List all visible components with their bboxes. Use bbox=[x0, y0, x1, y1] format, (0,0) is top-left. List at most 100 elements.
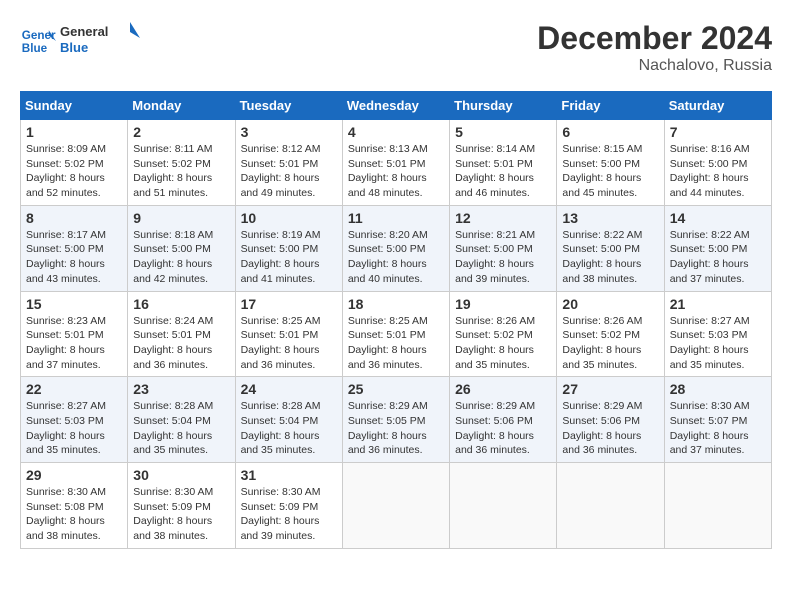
weekday-header: Tuesday bbox=[235, 92, 342, 120]
day-number: 27 bbox=[562, 381, 658, 397]
calendar-cell: 22 Sunrise: 8:27 AMSunset: 5:03 PMDaylig… bbox=[21, 377, 128, 463]
day-info: Sunrise: 8:30 AMSunset: 5:08 PMDaylight:… bbox=[26, 486, 106, 542]
day-info: Sunrise: 8:15 AMSunset: 5:00 PMDaylight:… bbox=[562, 143, 642, 199]
day-info: Sunrise: 8:14 AMSunset: 5:01 PMDaylight:… bbox=[455, 143, 535, 199]
calendar-cell bbox=[450, 463, 557, 549]
day-number: 17 bbox=[241, 296, 337, 312]
calendar-cell: 15 Sunrise: 8:23 AMSunset: 5:01 PMDaylig… bbox=[21, 291, 128, 377]
title-section: December 2024 Nachalovo, Russia bbox=[537, 20, 772, 75]
weekday-header: Monday bbox=[128, 92, 235, 120]
day-info: Sunrise: 8:30 AMSunset: 5:07 PMDaylight:… bbox=[670, 400, 750, 456]
weekday-header: Friday bbox=[557, 92, 664, 120]
day-number: 12 bbox=[455, 210, 551, 226]
day-number: 7 bbox=[670, 124, 766, 140]
day-number: 14 bbox=[670, 210, 766, 226]
day-number: 22 bbox=[26, 381, 122, 397]
weekday-header: Thursday bbox=[450, 92, 557, 120]
calendar-cell: 8 Sunrise: 8:17 AMSunset: 5:00 PMDayligh… bbox=[21, 205, 128, 291]
day-info: Sunrise: 8:23 AMSunset: 5:01 PMDaylight:… bbox=[26, 315, 106, 371]
day-info: Sunrise: 8:25 AMSunset: 5:01 PMDaylight:… bbox=[241, 315, 321, 371]
calendar-cell: 6 Sunrise: 8:15 AMSunset: 5:00 PMDayligh… bbox=[557, 120, 664, 206]
calendar-week-row: 22 Sunrise: 8:27 AMSunset: 5:03 PMDaylig… bbox=[21, 377, 772, 463]
calendar-cell: 30 Sunrise: 8:30 AMSunset: 5:09 PMDaylig… bbox=[128, 463, 235, 549]
svg-text:Blue: Blue bbox=[60, 40, 88, 55]
calendar-cell: 21 Sunrise: 8:27 AMSunset: 5:03 PMDaylig… bbox=[664, 291, 771, 377]
day-number: 30 bbox=[133, 467, 229, 483]
calendar-cell: 2 Sunrise: 8:11 AMSunset: 5:02 PMDayligh… bbox=[128, 120, 235, 206]
day-number: 25 bbox=[348, 381, 444, 397]
day-number: 8 bbox=[26, 210, 122, 226]
day-number: 15 bbox=[26, 296, 122, 312]
day-number: 13 bbox=[562, 210, 658, 226]
day-info: Sunrise: 8:28 AMSunset: 5:04 PMDaylight:… bbox=[241, 400, 321, 456]
calendar-cell: 10 Sunrise: 8:19 AMSunset: 5:00 PMDaylig… bbox=[235, 205, 342, 291]
calendar-cell: 28 Sunrise: 8:30 AMSunset: 5:07 PMDaylig… bbox=[664, 377, 771, 463]
day-info: Sunrise: 8:29 AMSunset: 5:05 PMDaylight:… bbox=[348, 400, 428, 456]
calendar-cell: 26 Sunrise: 8:29 AMSunset: 5:06 PMDaylig… bbox=[450, 377, 557, 463]
day-info: Sunrise: 8:30 AMSunset: 5:09 PMDaylight:… bbox=[241, 486, 321, 542]
calendar-cell: 3 Sunrise: 8:12 AMSunset: 5:01 PMDayligh… bbox=[235, 120, 342, 206]
calendar-cell: 23 Sunrise: 8:28 AMSunset: 5:04 PMDaylig… bbox=[128, 377, 235, 463]
calendar-cell: 11 Sunrise: 8:20 AMSunset: 5:00 PMDaylig… bbox=[342, 205, 449, 291]
day-number: 6 bbox=[562, 124, 658, 140]
calendar-cell bbox=[342, 463, 449, 549]
logo-text: General Blue bbox=[60, 20, 140, 63]
day-number: 26 bbox=[455, 381, 551, 397]
calendar-cell: 29 Sunrise: 8:30 AMSunset: 5:08 PMDaylig… bbox=[21, 463, 128, 549]
month-title: December 2024 bbox=[537, 20, 772, 57]
calendar-cell bbox=[557, 463, 664, 549]
calendar-cell: 16 Sunrise: 8:24 AMSunset: 5:01 PMDaylig… bbox=[128, 291, 235, 377]
day-number: 18 bbox=[348, 296, 444, 312]
day-number: 2 bbox=[133, 124, 229, 140]
logo: General Blue General Blue bbox=[20, 20, 140, 63]
svg-text:Blue: Blue bbox=[22, 42, 48, 55]
day-info: Sunrise: 8:20 AMSunset: 5:00 PMDaylight:… bbox=[348, 229, 428, 285]
calendar-cell: 24 Sunrise: 8:28 AMSunset: 5:04 PMDaylig… bbox=[235, 377, 342, 463]
calendar-cell: 1 Sunrise: 8:09 AMSunset: 5:02 PMDayligh… bbox=[21, 120, 128, 206]
day-info: Sunrise: 8:26 AMSunset: 5:02 PMDaylight:… bbox=[455, 315, 535, 371]
weekday-header: Wednesday bbox=[342, 92, 449, 120]
calendar-week-row: 1 Sunrise: 8:09 AMSunset: 5:02 PMDayligh… bbox=[21, 120, 772, 206]
calendar-cell: 19 Sunrise: 8:26 AMSunset: 5:02 PMDaylig… bbox=[450, 291, 557, 377]
day-number: 4 bbox=[348, 124, 444, 140]
day-info: Sunrise: 8:16 AMSunset: 5:00 PMDaylight:… bbox=[670, 143, 750, 199]
day-info: Sunrise: 8:25 AMSunset: 5:01 PMDaylight:… bbox=[348, 315, 428, 371]
calendar-week-row: 8 Sunrise: 8:17 AMSunset: 5:00 PMDayligh… bbox=[21, 205, 772, 291]
calendar-cell: 7 Sunrise: 8:16 AMSunset: 5:00 PMDayligh… bbox=[664, 120, 771, 206]
day-info: Sunrise: 8:22 AMSunset: 5:00 PMDaylight:… bbox=[670, 229, 750, 285]
day-number: 31 bbox=[241, 467, 337, 483]
day-info: Sunrise: 8:12 AMSunset: 5:01 PMDaylight:… bbox=[241, 143, 321, 199]
day-info: Sunrise: 8:09 AMSunset: 5:02 PMDaylight:… bbox=[26, 143, 106, 199]
weekday-header: Sunday bbox=[21, 92, 128, 120]
calendar-cell: 25 Sunrise: 8:29 AMSunset: 5:05 PMDaylig… bbox=[342, 377, 449, 463]
calendar-cell: 31 Sunrise: 8:30 AMSunset: 5:09 PMDaylig… bbox=[235, 463, 342, 549]
calendar-cell: 20 Sunrise: 8:26 AMSunset: 5:02 PMDaylig… bbox=[557, 291, 664, 377]
day-info: Sunrise: 8:13 AMSunset: 5:01 PMDaylight:… bbox=[348, 143, 428, 199]
day-number: 24 bbox=[241, 381, 337, 397]
calendar-cell: 5 Sunrise: 8:14 AMSunset: 5:01 PMDayligh… bbox=[450, 120, 557, 206]
logo-icon: General Blue bbox=[20, 23, 56, 59]
day-info: Sunrise: 8:29 AMSunset: 5:06 PMDaylight:… bbox=[562, 400, 642, 456]
day-info: Sunrise: 8:26 AMSunset: 5:02 PMDaylight:… bbox=[562, 315, 642, 371]
day-number: 21 bbox=[670, 296, 766, 312]
day-number: 16 bbox=[133, 296, 229, 312]
day-info: Sunrise: 8:27 AMSunset: 5:03 PMDaylight:… bbox=[26, 400, 106, 456]
svg-text:General: General bbox=[60, 24, 108, 39]
day-info: Sunrise: 8:29 AMSunset: 5:06 PMDaylight:… bbox=[455, 400, 535, 456]
day-info: Sunrise: 8:30 AMSunset: 5:09 PMDaylight:… bbox=[133, 486, 213, 542]
day-info: Sunrise: 8:22 AMSunset: 5:00 PMDaylight:… bbox=[562, 229, 642, 285]
day-number: 29 bbox=[26, 467, 122, 483]
calendar-cell: 14 Sunrise: 8:22 AMSunset: 5:00 PMDaylig… bbox=[664, 205, 771, 291]
day-number: 23 bbox=[133, 381, 229, 397]
location-title: Nachalovo, Russia bbox=[537, 57, 772, 75]
day-info: Sunrise: 8:28 AMSunset: 5:04 PMDaylight:… bbox=[133, 400, 213, 456]
weekday-header-row: SundayMondayTuesdayWednesdayThursdayFrid… bbox=[21, 92, 772, 120]
page-header: General Blue General Blue December 2024 … bbox=[20, 20, 772, 75]
calendar-cell: 9 Sunrise: 8:18 AMSunset: 5:00 PMDayligh… bbox=[128, 205, 235, 291]
day-info: Sunrise: 8:19 AMSunset: 5:00 PMDaylight:… bbox=[241, 229, 321, 285]
calendar-cell: 17 Sunrise: 8:25 AMSunset: 5:01 PMDaylig… bbox=[235, 291, 342, 377]
day-number: 10 bbox=[241, 210, 337, 226]
day-number: 3 bbox=[241, 124, 337, 140]
calendar-week-row: 29 Sunrise: 8:30 AMSunset: 5:08 PMDaylig… bbox=[21, 463, 772, 549]
day-info: Sunrise: 8:11 AMSunset: 5:02 PMDaylight:… bbox=[133, 143, 212, 199]
